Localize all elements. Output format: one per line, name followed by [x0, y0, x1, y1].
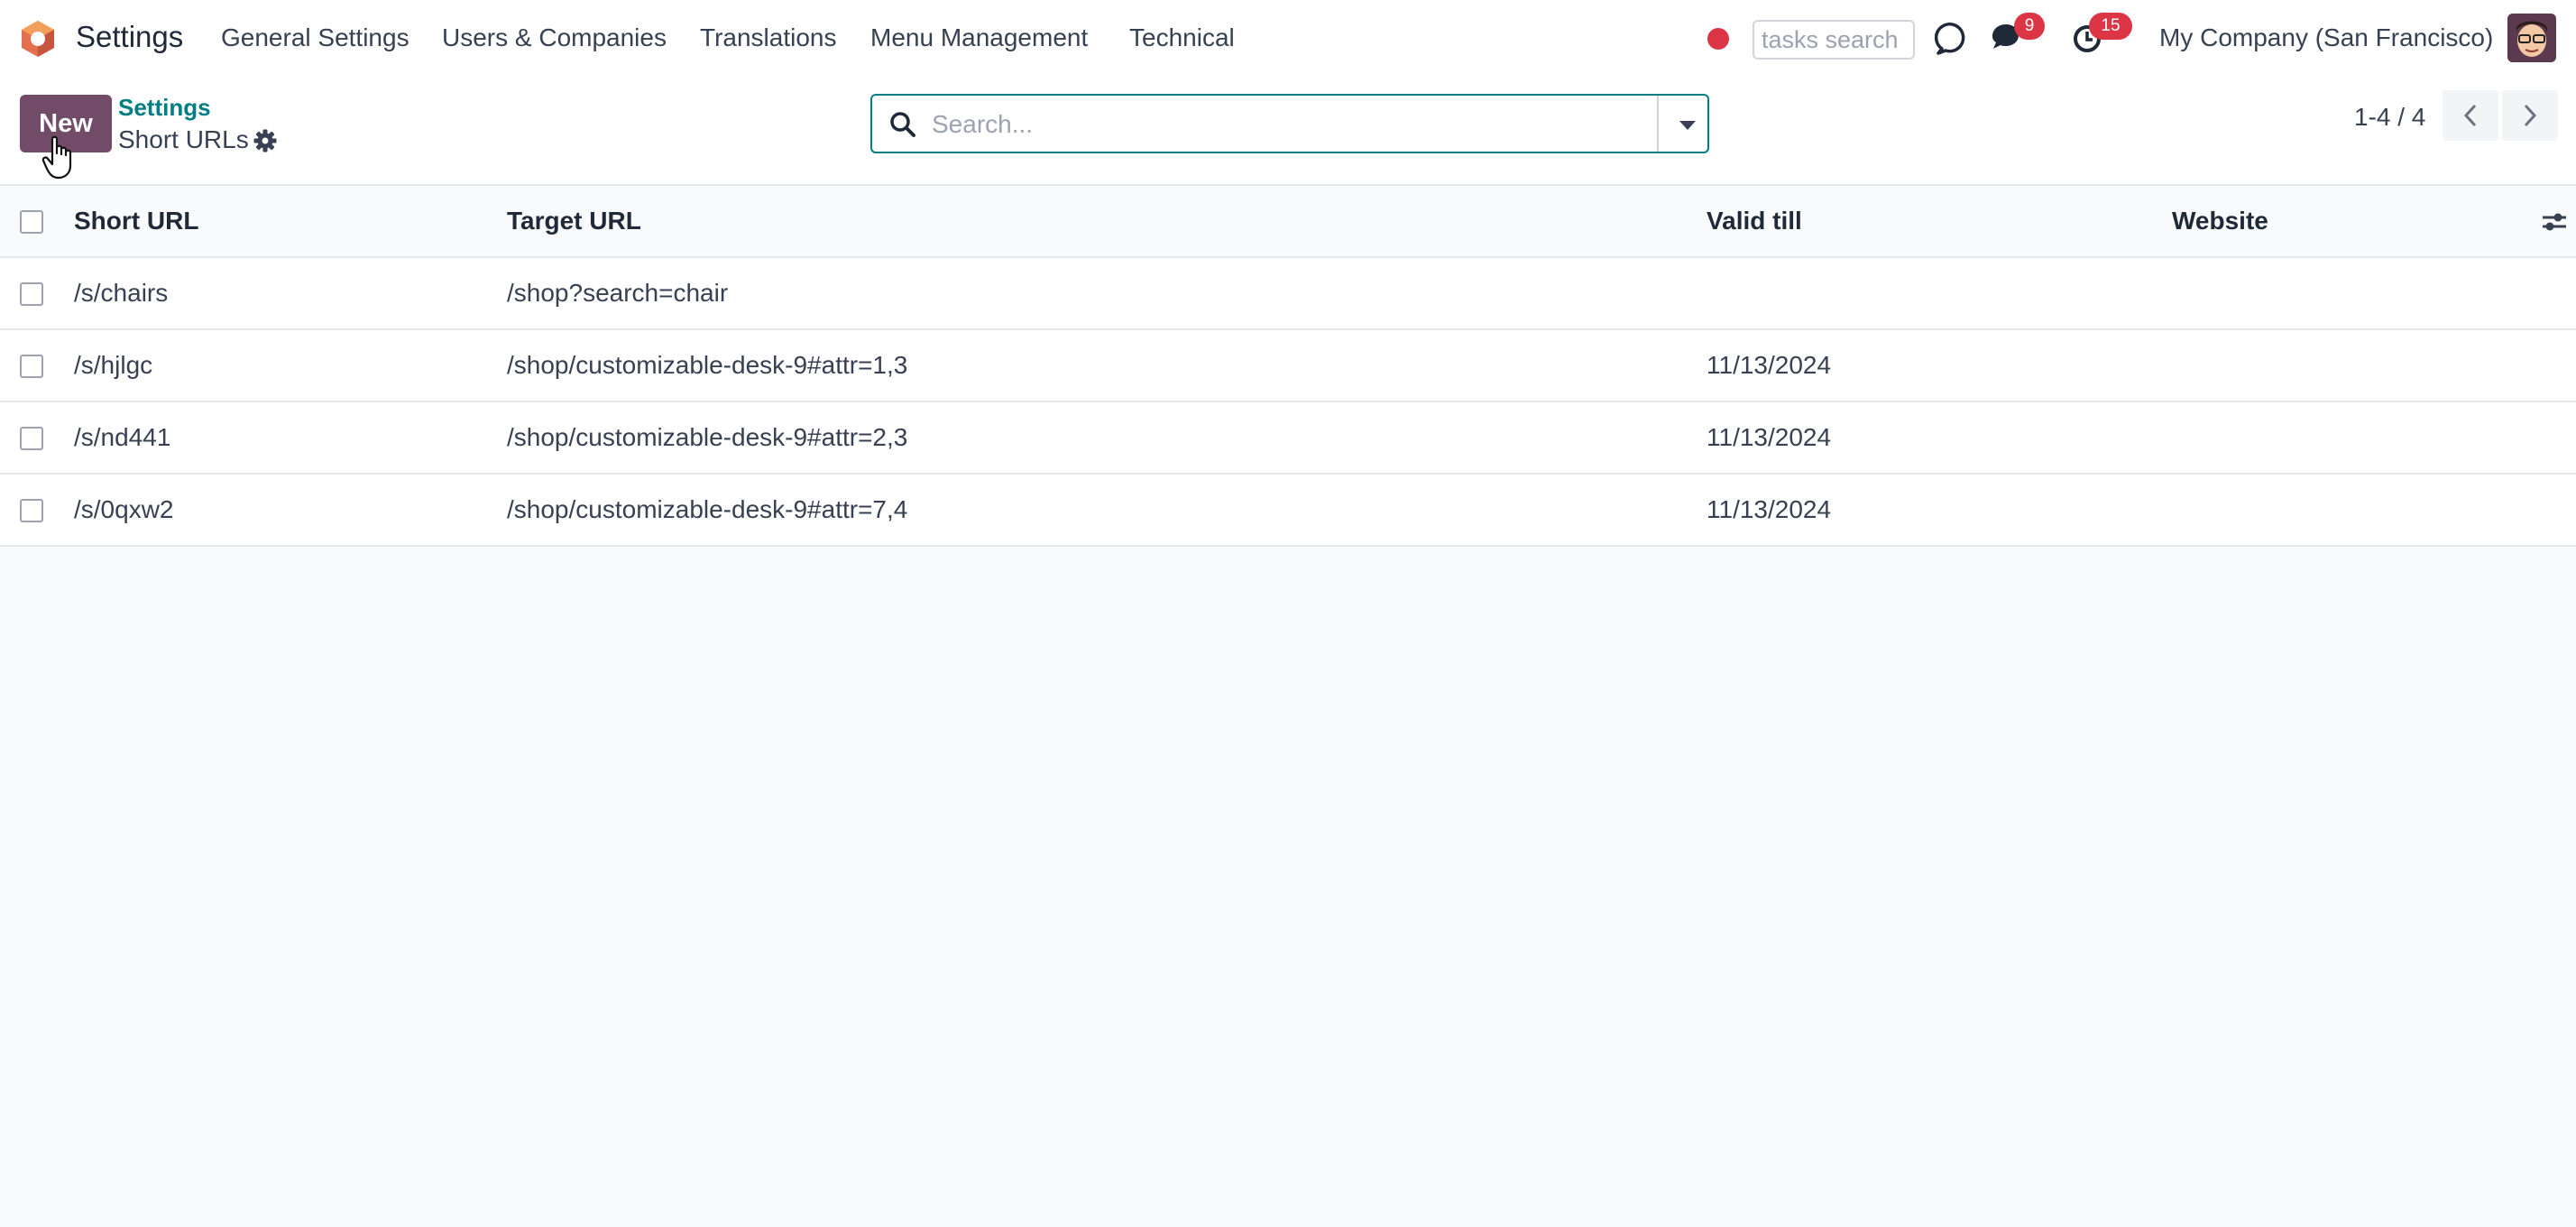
- row-checkbox[interactable]: [20, 427, 43, 450]
- menu-users-companies[interactable]: Users & Companies: [442, 23, 667, 52]
- page-title: Short URLs: [118, 125, 249, 153]
- cell-target-url: /shop/customizable-desk-9#attr=2,3: [507, 423, 908, 451]
- cell-valid-till: 11/13/2024: [1707, 423, 1832, 451]
- table-row[interactable]: /s/hjlgc /shop/customizable-desk-9#attr=…: [0, 330, 2576, 402]
- odoo-app-logo-icon[interactable]: [18, 19, 58, 59]
- mouse-pointer-hand-icon: [41, 135, 72, 180]
- select-all-checkbox[interactable]: [20, 210, 43, 234]
- cell-target-url: /shop/customizable-desk-9#attr=7,4: [507, 495, 908, 523]
- voip-phone-icon[interactable]: [1935, 22, 1969, 56]
- cell-valid-till: 11/13/2024: [1707, 495, 1832, 523]
- user-avatar[interactable]: [2507, 14, 2556, 62]
- column-header-target-url[interactable]: Target URL: [507, 186, 641, 256]
- menu-general-settings[interactable]: General Settings: [221, 23, 409, 52]
- cell-short-url: /s/0qxw2: [74, 495, 174, 523]
- search-divider: [1657, 96, 1659, 152]
- search-options-caret-down-icon[interactable]: [1678, 119, 1697, 132]
- search-icon: [890, 112, 915, 137]
- menu-menu-management[interactable]: Menu Management: [870, 23, 1088, 52]
- activities-count-badge: 15: [2089, 13, 2132, 40]
- chevron-left-icon: [2463, 104, 2477, 127]
- company-switcher[interactable]: My Company (San Francisco): [2159, 23, 2493, 52]
- pager-value[interactable]: 1-4 / 4: [2354, 103, 2425, 132]
- cell-short-url: /s/nd441: [74, 423, 171, 451]
- row-checkbox[interactable]: [20, 282, 43, 306]
- search-bar: [870, 94, 1709, 153]
- breadcrumb-settings-link[interactable]: Settings: [118, 94, 211, 122]
- table-row[interactable]: /s/chairs /shop?search=chair: [0, 258, 2576, 330]
- table-row[interactable]: /s/0qxw2 /shop/customizable-desk-9#attr=…: [0, 475, 2576, 547]
- recording-indicator-icon[interactable]: [1707, 28, 1729, 50]
- table-header-row: Short URL Target URL Valid till Website: [0, 186, 2576, 258]
- search-input[interactable]: [932, 105, 1617, 144]
- pager-next-button[interactable]: [2502, 90, 2558, 141]
- short-urls-list: Short URL Target URL Valid till Website …: [0, 186, 2576, 547]
- user-avatar-icon: [2507, 14, 2556, 62]
- cell-valid-till: 11/13/2024: [1707, 351, 1832, 379]
- cell-target-url: /shop?search=chair: [507, 279, 729, 307]
- row-checkbox[interactable]: [20, 499, 43, 522]
- table-row[interactable]: /s/nd441 /shop/customizable-desk-9#attr=…: [0, 402, 2576, 475]
- top-navbar: Settings General Settings Users & Compan…: [0, 0, 2576, 78]
- column-header-valid-till[interactable]: Valid till: [1707, 186, 1802, 256]
- optional-columns-sliders-icon[interactable]: [2541, 208, 2568, 235]
- messages-count-badge: 9: [2014, 13, 2045, 40]
- column-header-short-url[interactable]: Short URL: [74, 186, 198, 256]
- control-panel: New Settings Short URLs 1-4 / 4: [0, 78, 2576, 186]
- menu-technical[interactable]: Technical: [1129, 23, 1235, 52]
- pager-previous-button[interactable]: [2443, 90, 2498, 141]
- gear-icon[interactable]: [253, 128, 278, 153]
- cell-short-url: /s/hjlgc: [74, 351, 153, 379]
- app-name[interactable]: Settings: [76, 20, 183, 54]
- column-header-website[interactable]: Website: [2172, 186, 2268, 256]
- tasks-search-input[interactable]: [1753, 20, 1915, 60]
- menu-translations[interactable]: Translations: [700, 23, 836, 52]
- row-checkbox[interactable]: [20, 355, 43, 378]
- cell-target-url: /shop/customizable-desk-9#attr=1,3: [507, 351, 908, 379]
- cell-short-url: /s/chairs: [74, 279, 169, 307]
- chevron-right-icon: [2524, 104, 2537, 127]
